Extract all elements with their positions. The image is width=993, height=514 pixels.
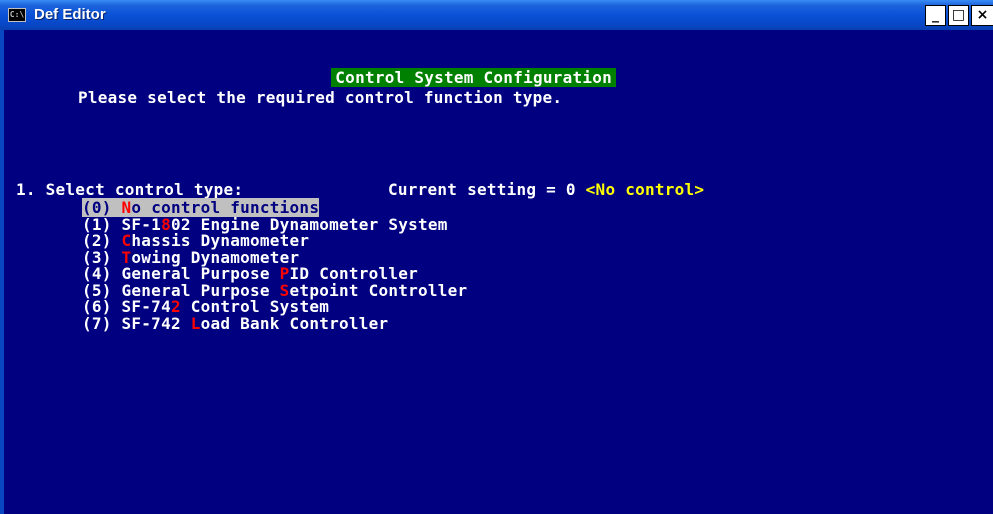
console-window: C:\ Def Editor _ □ × Control System Conf…: [0, 0, 993, 514]
console-app-icon[interactable]: C:\: [8, 8, 26, 22]
option-hotkey: L: [190, 313, 201, 333]
option-text: (7) SF-742 Load Bank Controller: [82, 314, 388, 333]
question-label: 1. Select control type:: [16, 180, 244, 199]
current-setting-value: <No control>: [585, 180, 705, 199]
option-number: (7): [82, 313, 122, 333]
minimize-button[interactable]: _: [925, 5, 946, 26]
window-title: Def Editor: [34, 6, 106, 23]
title-bar[interactable]: C:\ Def Editor _ □ ×: [0, 0, 993, 30]
close-button[interactable]: ×: [971, 5, 993, 26]
console-area[interactable]: Control System Configuration Please sele…: [0, 30, 993, 514]
instruction-text: Please select the required control funct…: [78, 88, 563, 107]
control-option-7[interactable]: (7) SF-742 Load Bank Controller: [82, 314, 388, 333]
option-label-prefix: SF-742: [121, 313, 191, 333]
maximize-button[interactable]: □: [948, 5, 969, 26]
option-label-suffix: oad Bank Controller: [200, 313, 389, 333]
current-setting-label: Current setting = 0: [388, 180, 576, 199]
current-setting: Current setting = 0 <No control>: [388, 182, 704, 198]
screen-header: Control System Configuration: [331, 68, 617, 87]
